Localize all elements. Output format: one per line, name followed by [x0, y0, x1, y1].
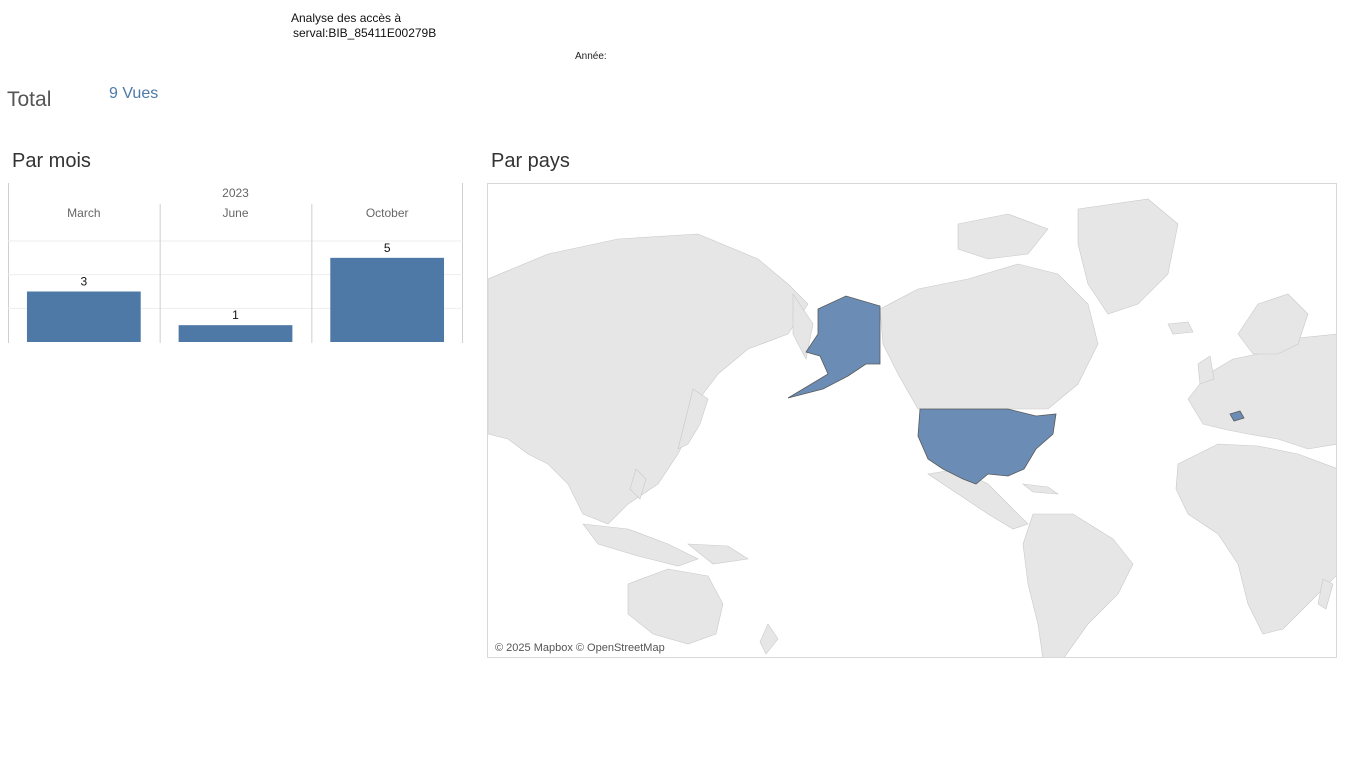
by-country-title: Par pays [491, 150, 570, 172]
report-title-line1: Analyse des accès à [291, 11, 402, 25]
month-bar-chart: 2023 March 3 June 1 October 5 [8, 183, 463, 343]
chart-category-label: March [67, 206, 100, 220]
country-map[interactable]: © 2025 Mapbox © OpenStreetMap [487, 183, 1337, 658]
report-title: Analyse des accès à serval:BIB_85411E002… [291, 11, 436, 41]
map-attribution[interactable]: © 2025 Mapbox © OpenStreetMap [495, 642, 665, 654]
chart-data-label: 1 [232, 308, 239, 322]
chart-bar [330, 257, 445, 342]
world-map-svg[interactable] [488, 184, 1337, 658]
chart-data-label: 3 [80, 275, 87, 289]
chart-bar [26, 291, 141, 342]
chart-bar [178, 325, 293, 342]
by-month-title: Par mois [12, 150, 91, 172]
total-value: 9 Vues [109, 85, 159, 102]
report-title-line2: serval:BIB_85411E00279B [293, 26, 437, 40]
year-filter-label[interactable]: Année: [575, 51, 607, 62]
month-bar-chart-svg: 2023 March 3 June 1 October 5 [8, 183, 463, 343]
chart-data-label: 5 [384, 241, 391, 255]
chart-category-label: October [366, 206, 409, 220]
chart-category-label: June [222, 206, 248, 220]
total-label: Total [7, 88, 52, 111]
chart-year-header: 2023 [222, 186, 249, 200]
